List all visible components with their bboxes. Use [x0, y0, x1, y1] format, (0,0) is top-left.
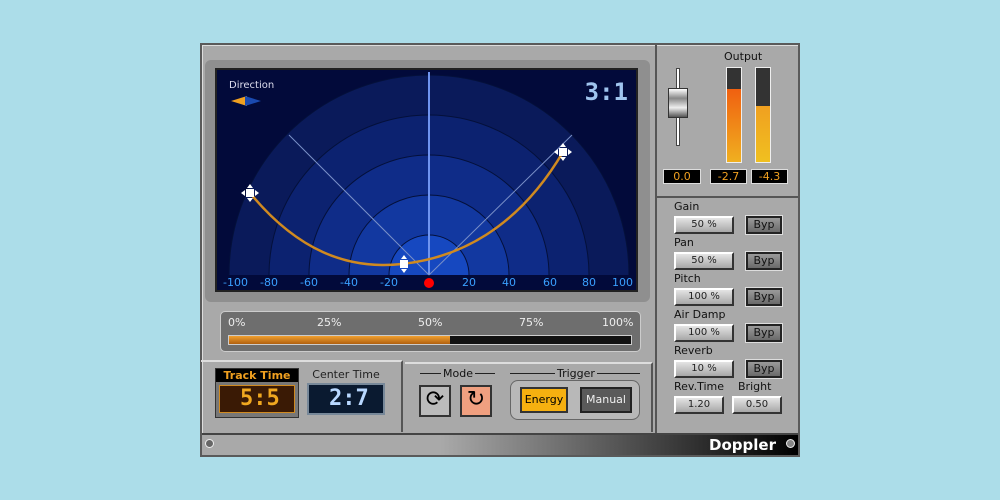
direction-label: Direction: [229, 80, 275, 91]
loop-icon: ⟳: [425, 387, 445, 412]
param-value-field[interactable]: 50 %: [674, 216, 734, 234]
progress-panel: 0% 25% 50% 75% 100%: [220, 311, 641, 352]
output-meter-left: [726, 67, 742, 163]
bypass-button[interactable]: Byp: [745, 359, 783, 379]
axis-tick: 40: [502, 276, 516, 289]
axis-tick: 60: [543, 276, 557, 289]
oneshot-icon: ↻: [466, 387, 486, 412]
param-label: Reverb: [674, 344, 713, 357]
rev-time-field[interactable]: 1.20: [674, 396, 724, 414]
param-value-field[interactable]: 100 %: [674, 324, 734, 342]
screw-icon: [786, 439, 795, 448]
param-label: Pan: [674, 236, 694, 249]
axis-tick: -20: [380, 276, 398, 289]
counter-readout: 3:1: [584, 78, 628, 106]
output-fader-handle[interactable]: [668, 88, 688, 118]
param-label: Gain: [674, 200, 700, 213]
axis-ticks: -100 -80 -60 -40 -20 20 40 60 80 100: [223, 276, 633, 290]
axis-tick: 100: [612, 276, 633, 289]
param-label: Pitch: [674, 272, 701, 285]
progress-bar[interactable]: [228, 335, 632, 345]
bright-label: Bright: [738, 380, 772, 393]
progress-fill: [229, 336, 451, 344]
param-value-field[interactable]: 50 %: [674, 252, 734, 270]
progress-tick: 100%: [602, 316, 634, 329]
axis-tick: -60: [300, 276, 318, 289]
track-time-label: Track Time: [216, 369, 298, 382]
bright-field[interactable]: 0.50: [732, 396, 782, 414]
energy-trigger-button[interactable]: Energy: [520, 387, 568, 413]
progress-tick: 25%: [317, 316, 342, 329]
bypass-button[interactable]: Byp: [745, 287, 783, 307]
brand-bar: Doppler: [202, 433, 798, 455]
output-label: Output: [724, 50, 763, 63]
axis-tick: 80: [582, 276, 596, 289]
param-value-field[interactable]: 100 %: [674, 288, 734, 306]
param-label: Air Damp: [674, 308, 726, 321]
distance-rings: [217, 74, 636, 290]
center-time-value[interactable]: 2:7: [307, 383, 385, 415]
trajectory-display[interactable]: Direction 3:1 -100 -80 -60 -40 -20 20 40…: [215, 68, 638, 292]
axis-tick: -40: [340, 276, 358, 289]
rev-time-label: Rev.Time: [674, 380, 724, 393]
screw-icon: [205, 439, 214, 448]
progress-tick: 75%: [519, 316, 544, 329]
manual-trigger-button[interactable]: Manual: [580, 387, 632, 413]
bypass-button[interactable]: Byp: [745, 215, 783, 235]
center-time-label: Center Time: [312, 368, 380, 381]
axis-tick: -100: [223, 276, 248, 289]
axis-tick: 20: [462, 276, 476, 289]
track-time-value[interactable]: 5:5: [219, 385, 295, 413]
progress-tick: 0%: [228, 316, 246, 329]
fader-value: 0.0: [663, 169, 701, 184]
output-meter-right: [755, 67, 771, 163]
param-value-field[interactable]: 10 %: [674, 360, 734, 378]
loop-mode-button[interactable]: ⟳: [419, 385, 451, 417]
oneshot-mode-button[interactable]: ↻: [460, 385, 492, 417]
brand-name: Doppler: [709, 436, 776, 454]
direction-arrows-icon: [231, 96, 261, 106]
bypass-button[interactable]: Byp: [745, 323, 783, 343]
bypass-button[interactable]: Byp: [745, 251, 783, 271]
track-time-box: Track Time 5:5: [215, 368, 299, 418]
right-level-value: -4.3: [751, 169, 788, 184]
mode-label: Mode: [441, 367, 475, 380]
progress-tick: 50%: [418, 316, 443, 329]
axis-tick: -80: [260, 276, 278, 289]
trigger-label: Trigger: [555, 367, 597, 380]
left-level-value: -2.7: [710, 169, 747, 184]
